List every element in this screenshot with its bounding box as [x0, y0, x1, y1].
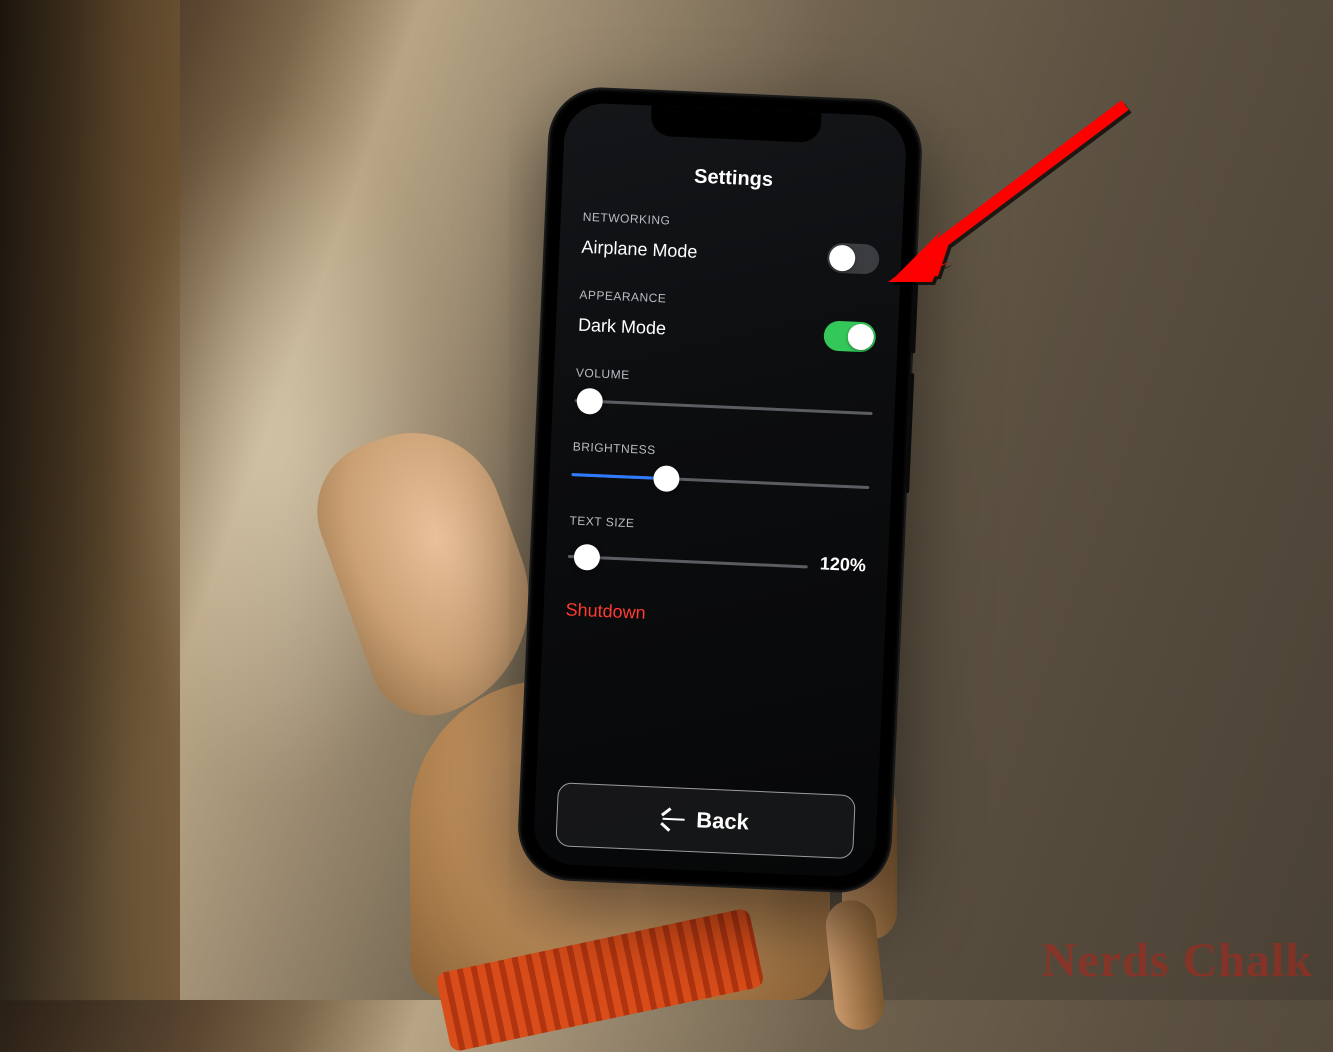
section-label-volume: VOLUME — [576, 366, 874, 393]
section-label-brightness: BRIGHTNESS — [572, 440, 870, 467]
shutdown-button[interactable]: Shutdown — [565, 599, 864, 633]
arrow-left-icon — [662, 818, 684, 821]
section-text-size: TEXT SIZE 120% — [567, 513, 867, 582]
slider-thumb[interactable] — [653, 465, 680, 492]
dark-mode-label: Dark Mode — [578, 314, 667, 339]
section-appearance: APPEARANCE Dark Mode — [577, 288, 877, 353]
slider-track — [575, 399, 873, 415]
airplane-mode-label: Airplane Mode — [581, 236, 698, 262]
slider-thumb[interactable] — [576, 388, 603, 415]
section-brightness: BRIGHTNESS — [571, 440, 871, 501]
text-size-value: 120% — [819, 553, 866, 576]
phone-screen: Settings NETWORKING Airplane Mode APPEAR… — [533, 102, 908, 878]
slider-track — [568, 555, 808, 568]
annotation-arrow — [880, 90, 1140, 290]
back-button[interactable]: Back — [555, 782, 856, 859]
back-button-label: Back — [696, 807, 750, 835]
section-label-text-size: TEXT SIZE — [569, 513, 867, 540]
volume-slider[interactable] — [574, 388, 873, 427]
toggle-knob — [829, 245, 856, 272]
row-dark-mode: Dark Mode — [577, 310, 876, 353]
slider-thumb[interactable] — [574, 544, 601, 571]
text-size-slider[interactable] — [567, 543, 808, 579]
airplane-mode-toggle[interactable] — [827, 242, 880, 274]
notch — [650, 106, 821, 143]
iphone-device: Settings NETWORKING Airplane Mode APPEAR… — [518, 87, 922, 892]
dark-mode-toggle[interactable] — [823, 320, 876, 352]
row-airplane-mode: Airplane Mode — [581, 232, 880, 275]
section-label-networking: NETWORKING — [582, 210, 880, 237]
toggle-knob — [847, 323, 874, 350]
section-volume: VOLUME — [574, 366, 874, 427]
slider-fill — [571, 473, 666, 480]
brightness-slider[interactable] — [571, 462, 870, 501]
watermark: Nerds Chalk — [1042, 933, 1313, 988]
page-title: Settings — [584, 161, 883, 197]
section-networking: NETWORKING Airplane Mode — [581, 210, 881, 275]
section-label-appearance: APPEARANCE — [579, 288, 877, 315]
